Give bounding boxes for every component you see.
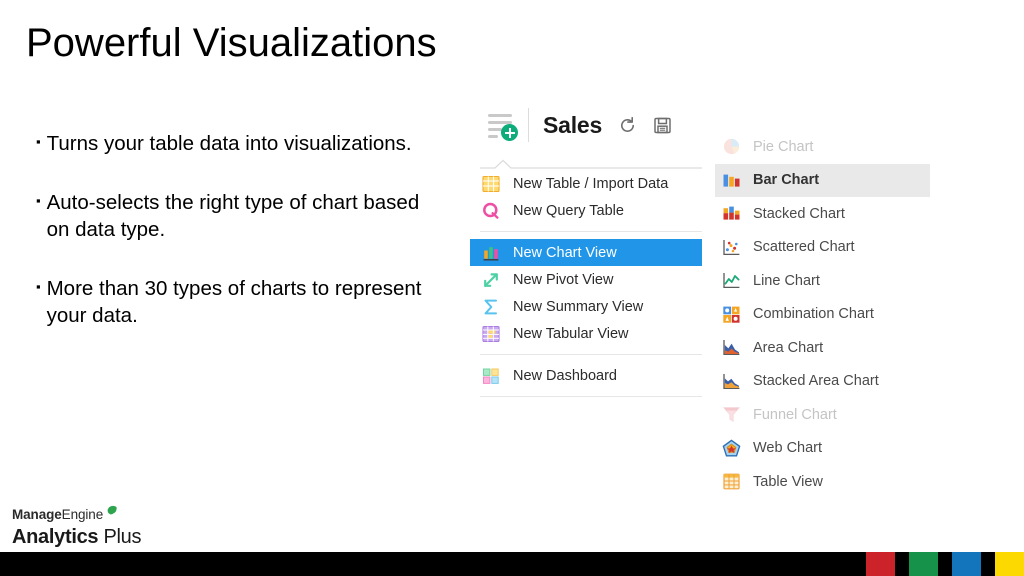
chart-type-label: Scattered Chart: [753, 239, 855, 255]
stacked-chart-icon: [722, 204, 741, 223]
color-swatch-yellow: [995, 552, 1024, 576]
menu-item-new-tabular-view[interactable]: New Tabular View: [470, 320, 702, 347]
logo-product-line: Analytics Plus: [12, 526, 212, 549]
chart-type-line-chart[interactable]: Line Chart: [715, 264, 930, 298]
logo-product-bold: Analytics: [12, 526, 98, 548]
chart-type-stacked-area-chart[interactable]: Stacked Area Chart: [715, 365, 930, 399]
list-item: ▪ Auto-selects the right type of chart b…: [36, 189, 436, 243]
divider: [480, 396, 702, 397]
pivot-arrows-icon: [482, 271, 500, 289]
color-swatch-green: [909, 552, 938, 576]
menu-item-new-chart-view[interactable]: New Chart View: [470, 239, 702, 266]
chart-type-combination-chart[interactable]: Combination Chart: [715, 298, 930, 332]
web-radar-chart-icon: [722, 439, 741, 458]
chart-type-funnel-chart[interactable]: Funnel Chart: [715, 398, 930, 432]
save-floppy-icon[interactable]: [653, 116, 672, 135]
bullet-marker-icon: ▪: [36, 129, 41, 155]
new-item-menu-panel: Sales: [470, 100, 702, 404]
menu-item-label: New Query Table: [513, 203, 624, 219]
divider: [480, 354, 702, 355]
chart-type-label: Funnel Chart: [753, 407, 837, 423]
workspace-title: Sales: [543, 112, 602, 139]
list-item: ▪ More than 30 types of charts to repres…: [36, 275, 436, 329]
line-chart-icon: [722, 271, 741, 290]
chart-type-list: Pie Chart Bar Chart: [715, 130, 930, 499]
chart-type-label: Combination Chart: [753, 306, 874, 322]
bullet-marker-icon: ▪: [36, 274, 41, 300]
bar-chart-icon: [722, 171, 741, 190]
chart-type-label: Stacked Chart: [753, 206, 845, 222]
bullet-list: ▪ Turns your table data into visualizati…: [36, 130, 436, 361]
funnel-chart-icon: [722, 405, 741, 424]
menu-list: New Table / Import Data New Query Table: [470, 170, 702, 397]
new-item-plus-icon[interactable]: [486, 110, 516, 140]
color-swatch-red: [866, 552, 895, 576]
area-chart-icon: [722, 338, 741, 357]
chart-type-label: Bar Chart: [753, 172, 819, 188]
tabular-grid-icon: [482, 325, 500, 343]
logo-brand-bold: Manage: [12, 507, 62, 522]
query-q-icon: [482, 202, 500, 220]
combination-chart-icon: [722, 305, 741, 324]
menu-item-label: New Chart View: [513, 245, 617, 261]
chart-type-label: Web Chart: [753, 440, 822, 456]
menu-item-new-table[interactable]: New Table / Import Data: [470, 170, 702, 197]
stacked-area-chart-icon: [722, 372, 741, 391]
menu-item-label: New Table / Import Data: [513, 176, 668, 192]
menu-item-label: New Tabular View: [513, 326, 629, 342]
list-item: ▪ Turns your table data into visualizati…: [36, 130, 436, 157]
refresh-icon[interactable]: [618, 116, 637, 135]
bullet-text: More than 30 types of charts to represen…: [47, 275, 436, 329]
chart-type-bar-chart[interactable]: Bar Chart: [715, 164, 930, 198]
menu-header: Sales: [470, 100, 702, 150]
scatter-chart-icon: [722, 238, 741, 257]
manageengine-logo: ManageEngine Analytics Plus: [12, 506, 212, 549]
bullet-marker-icon: ▪: [36, 188, 41, 214]
chart-type-web-chart[interactable]: Web Chart: [715, 432, 930, 466]
menu-item-new-pivot-view[interactable]: New Pivot View: [470, 266, 702, 293]
menu-item-new-summary-view[interactable]: New Summary View: [470, 293, 702, 320]
chart-type-scattered-chart[interactable]: Scattered Chart: [715, 231, 930, 265]
menu-item-label: New Summary View: [513, 299, 643, 315]
bullet-text: Turns your table data into visualization…: [47, 130, 412, 157]
menu-item-label: New Pivot View: [513, 272, 613, 288]
chart-type-label: Line Chart: [753, 273, 820, 289]
chart-type-pie-chart[interactable]: Pie Chart: [715, 130, 930, 164]
menu-item-new-dashboard[interactable]: New Dashboard: [470, 362, 702, 389]
chart-type-label: Pie Chart: [753, 139, 813, 155]
chart-type-label: Stacked Area Chart: [753, 373, 879, 389]
menu-item-label: New Dashboard: [513, 368, 617, 384]
bullet-text: Auto-selects the right type of chart bas…: [47, 189, 436, 243]
divider: [480, 231, 702, 232]
menu-item-new-query-table[interactable]: New Query Table: [470, 197, 702, 224]
page-title: Powerful Visualizations: [26, 18, 437, 68]
plus-icon: [501, 124, 518, 141]
summary-sigma-icon: [482, 298, 500, 316]
product-ui-screenshot: Sales: [470, 100, 930, 510]
chart-type-area-chart[interactable]: Area Chart: [715, 331, 930, 365]
logo-brand-regular: Engine: [62, 507, 103, 522]
color-swatch-blue: [952, 552, 981, 576]
pie-chart-icon: [722, 137, 741, 156]
logo-brand-line: ManageEngine: [12, 507, 119, 525]
chart-type-table-view[interactable]: Table View: [715, 465, 930, 499]
dashboard-squares-icon: [482, 367, 500, 385]
table-view-icon: [722, 472, 741, 491]
table-grid-icon: [482, 175, 500, 193]
menu-header-divider: [480, 156, 702, 166]
swirl-icon: [104, 504, 119, 522]
chart-type-label: Table View: [753, 474, 823, 490]
chart-type-stacked-chart[interactable]: Stacked Chart: [715, 197, 930, 231]
logo-product-regular: Plus: [98, 526, 141, 548]
bar-chart-icon: [482, 244, 500, 262]
divider: [528, 108, 529, 142]
chart-type-label: Area Chart: [753, 340, 823, 356]
bottom-bar: [0, 552, 1024, 576]
